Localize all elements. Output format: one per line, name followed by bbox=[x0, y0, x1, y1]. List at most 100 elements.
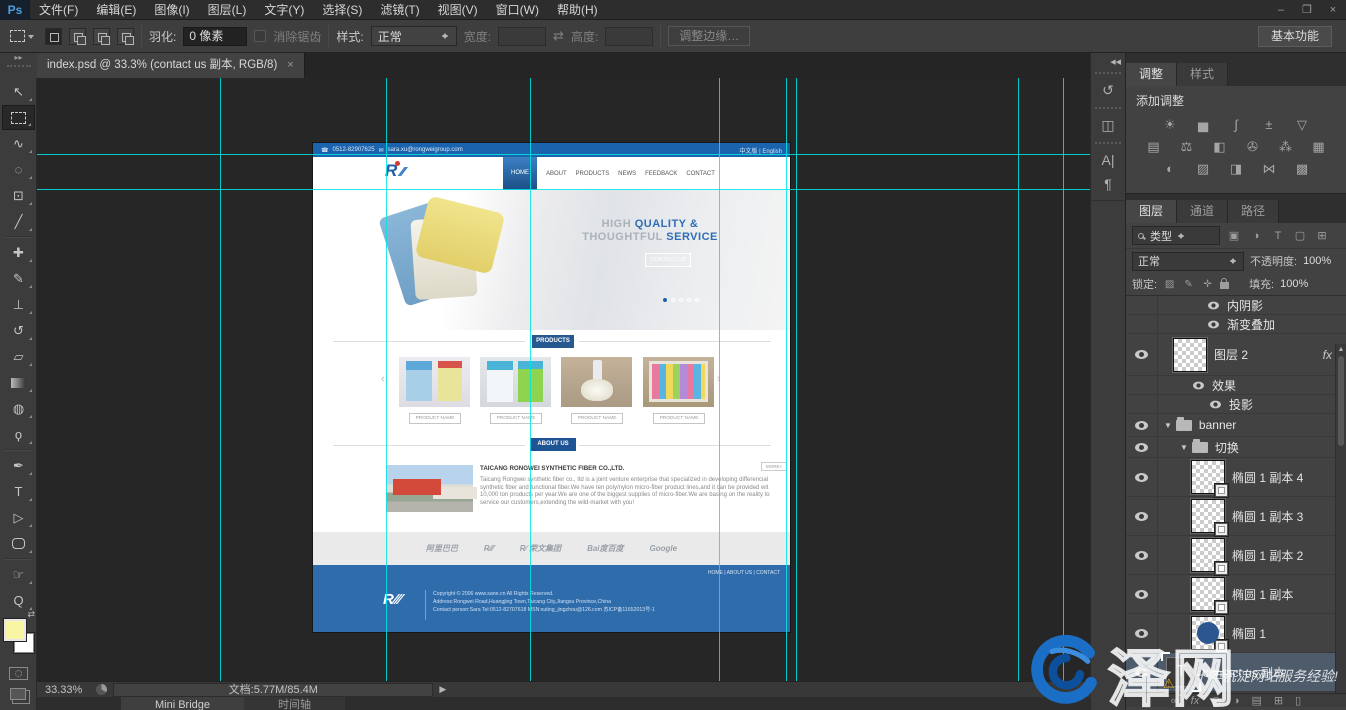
layer-row[interactable]: 椭圆 1 副本 4 bbox=[1126, 458, 1346, 497]
menu-edit[interactable]: 编辑(E) bbox=[87, 0, 145, 20]
dodge-tool[interactable]: ϙ bbox=[2, 422, 35, 447]
blend-mode-select[interactable]: 正常 bbox=[1132, 252, 1244, 271]
menu-layer[interactable]: 图层(L) bbox=[199, 0, 256, 20]
expand-panels-icon[interactable]: ◀◀ bbox=[1091, 53, 1125, 68]
subtract-from-selection-mode-button[interactable] bbox=[93, 28, 110, 45]
text-layer-thumbnail[interactable]: T ⚠ bbox=[1166, 657, 1196, 687]
threshold-icon[interactable]: ◨ bbox=[1226, 161, 1246, 177]
spot-healing-brush-tool[interactable]: ✚ bbox=[2, 240, 35, 265]
collapse-toolbar-icon[interactable]: ▸▸ bbox=[0, 53, 37, 62]
layer-effect-row[interactable]: 投影 bbox=[1126, 395, 1346, 414]
lock-position-icon[interactable]: ✛ bbox=[1201, 279, 1214, 290]
new-group-icon[interactable]: ▤ bbox=[1251, 694, 1261, 707]
character-panel-button[interactable]: A| ¶ bbox=[1095, 142, 1121, 192]
layer-style-icon[interactable]: fx bbox=[1191, 694, 1200, 707]
posterize-icon[interactable]: ▨ bbox=[1193, 161, 1213, 177]
type-tool[interactable]: T bbox=[2, 479, 35, 504]
visibility-eye-icon[interactable] bbox=[1135, 421, 1148, 430]
visibility-eye-icon[interactable] bbox=[1135, 629, 1148, 638]
layer-row[interactable]: 椭圆 1 副本 bbox=[1126, 575, 1346, 614]
tool-preset-picker[interactable] bbox=[6, 28, 38, 44]
rectangular-marquee-tool[interactable] bbox=[2, 105, 35, 130]
tab-timeline[interactable]: 时间轴 bbox=[244, 697, 345, 710]
menu-select[interactable]: 选择(S) bbox=[313, 0, 371, 20]
scroll-up-icon[interactable]: ▲ bbox=[1336, 346, 1346, 353]
hue-saturation-icon[interactable]: ▤ bbox=[1144, 139, 1164, 155]
visibility-eye-icon[interactable] bbox=[1193, 381, 1204, 389]
scrollbar-thumb[interactable] bbox=[1338, 356, 1344, 446]
color-lookup-icon[interactable]: ▦ bbox=[1309, 139, 1329, 155]
zoom-level-field[interactable]: 33.33% bbox=[37, 684, 90, 696]
layers-scrollbar[interactable]: ▲ bbox=[1335, 344, 1346, 693]
tab-mini-bridge[interactable]: Mini Bridge bbox=[121, 697, 244, 710]
filter-pixel-layers-icon[interactable]: ▣ bbox=[1226, 229, 1242, 242]
guide-vertical[interactable] bbox=[1063, 78, 1064, 681]
menu-file[interactable]: 文件(F) bbox=[30, 0, 87, 20]
screen-mode-button[interactable] bbox=[10, 688, 26, 700]
history-panel-button[interactable]: ↺ bbox=[1095, 72, 1121, 99]
swap-colors-icon[interactable]: ⇄ bbox=[27, 609, 35, 620]
guide-vertical[interactable] bbox=[786, 78, 787, 681]
guide-horizontal[interactable] bbox=[37, 189, 1090, 190]
layer-effect-row[interactable]: 内阴影 bbox=[1126, 296, 1346, 315]
close-button[interactable]: × bbox=[1320, 0, 1346, 20]
width-input[interactable] bbox=[498, 27, 546, 46]
hand-tool[interactable]: ☞ bbox=[2, 562, 35, 587]
history-brush-tool[interactable]: ↺ bbox=[2, 318, 35, 343]
exposure-icon[interactable]: ± bbox=[1259, 117, 1279, 133]
document-tab[interactable]: index.psd @ 33.3% (contact us 副本, RGB/8)… bbox=[37, 53, 305, 78]
guide-vertical[interactable] bbox=[719, 78, 720, 681]
menu-help[interactable]: 帮助(H) bbox=[548, 0, 607, 20]
foreground-color-swatch[interactable] bbox=[4, 619, 26, 641]
guide-vertical[interactable] bbox=[1018, 78, 1019, 681]
menu-filter[interactable]: 滤镜(T) bbox=[371, 0, 428, 20]
minimize-button[interactable]: – bbox=[1268, 0, 1294, 20]
opacity-value[interactable]: 100% bbox=[1303, 255, 1331, 267]
quick-selection-tool[interactable]: ◌ bbox=[2, 157, 35, 182]
levels-icon[interactable]: ▅ bbox=[1193, 117, 1213, 133]
visibility-eye-icon[interactable] bbox=[1135, 512, 1148, 521]
menu-window[interactable]: 窗口(W) bbox=[487, 0, 548, 20]
intersect-selection-mode-button[interactable] bbox=[117, 28, 134, 45]
lasso-tool[interactable]: ∿ bbox=[2, 131, 35, 156]
canvas-area[interactable]: ☎ 0512-82907625 ✉ sara.xu@rongweigroup.c… bbox=[37, 78, 1090, 681]
lock-all-icon[interactable] bbox=[1220, 282, 1229, 289]
fill-value[interactable]: 100% bbox=[1280, 278, 1308, 290]
guide-vertical[interactable] bbox=[796, 78, 797, 681]
antialias-checkbox[interactable] bbox=[254, 30, 266, 42]
layer-thumbnail[interactable] bbox=[1173, 338, 1207, 372]
visibility-eye-icon[interactable] bbox=[1135, 350, 1148, 359]
refine-edge-button[interactable]: 调整边缘… bbox=[668, 26, 750, 46]
adjustment-layer-icon[interactable]: ◑ bbox=[1233, 694, 1240, 707]
guide-vertical[interactable] bbox=[386, 78, 387, 681]
lock-pixels-icon[interactable]: ✎ bbox=[1182, 279, 1195, 290]
add-to-selection-mode-button[interactable] bbox=[69, 28, 86, 45]
fx-badge[interactable]: fx bbox=[1323, 348, 1332, 362]
layer-thumbnail[interactable] bbox=[1191, 538, 1225, 572]
layer-thumbnail[interactable] bbox=[1191, 499, 1225, 533]
guide-horizontal[interactable] bbox=[37, 154, 1090, 155]
visibility-eye-icon[interactable] bbox=[1208, 301, 1219, 309]
effects-header-row[interactable]: 效果 bbox=[1126, 376, 1346, 395]
link-layers-icon[interactable]: ∞ bbox=[1171, 694, 1179, 707]
group-row-banner[interactable]: ▼ banner bbox=[1126, 414, 1346, 437]
layer-row[interactable]: 椭圆 1 副本 2 bbox=[1126, 536, 1346, 575]
new-selection-mode-button[interactable] bbox=[45, 28, 62, 45]
toolbar-header[interactable]: ▸▸ bbox=[0, 53, 37, 78]
brush-tool[interactable]: ✎ bbox=[2, 266, 35, 291]
workspace-switcher-button[interactable]: 基本功能 bbox=[1258, 26, 1332, 47]
guide-vertical[interactable] bbox=[220, 78, 221, 681]
filter-type-layers-icon[interactable]: T bbox=[1270, 230, 1286, 242]
guide-vertical[interactable] bbox=[530, 78, 531, 681]
shape-tool[interactable] bbox=[2, 531, 35, 556]
visibility-eye-icon[interactable] bbox=[1210, 400, 1221, 408]
properties-panel-button[interactable]: ◫ bbox=[1095, 107, 1121, 134]
tab-channels[interactable]: 通道 bbox=[1177, 200, 1228, 223]
status-popup-icon[interactable]: ▶ bbox=[439, 684, 446, 695]
expand-group-icon[interactable]: ▼ bbox=[1180, 443, 1188, 452]
black-white-icon[interactable]: ◧ bbox=[1210, 139, 1230, 155]
gradient-map-icon[interactable]: ⋈ bbox=[1259, 161, 1279, 177]
filter-adjustment-layers-icon[interactable]: ◑ bbox=[1248, 230, 1264, 242]
expand-group-icon[interactable]: ▼ bbox=[1164, 421, 1172, 430]
clone-stamp-tool[interactable]: ⊥ bbox=[2, 292, 35, 317]
